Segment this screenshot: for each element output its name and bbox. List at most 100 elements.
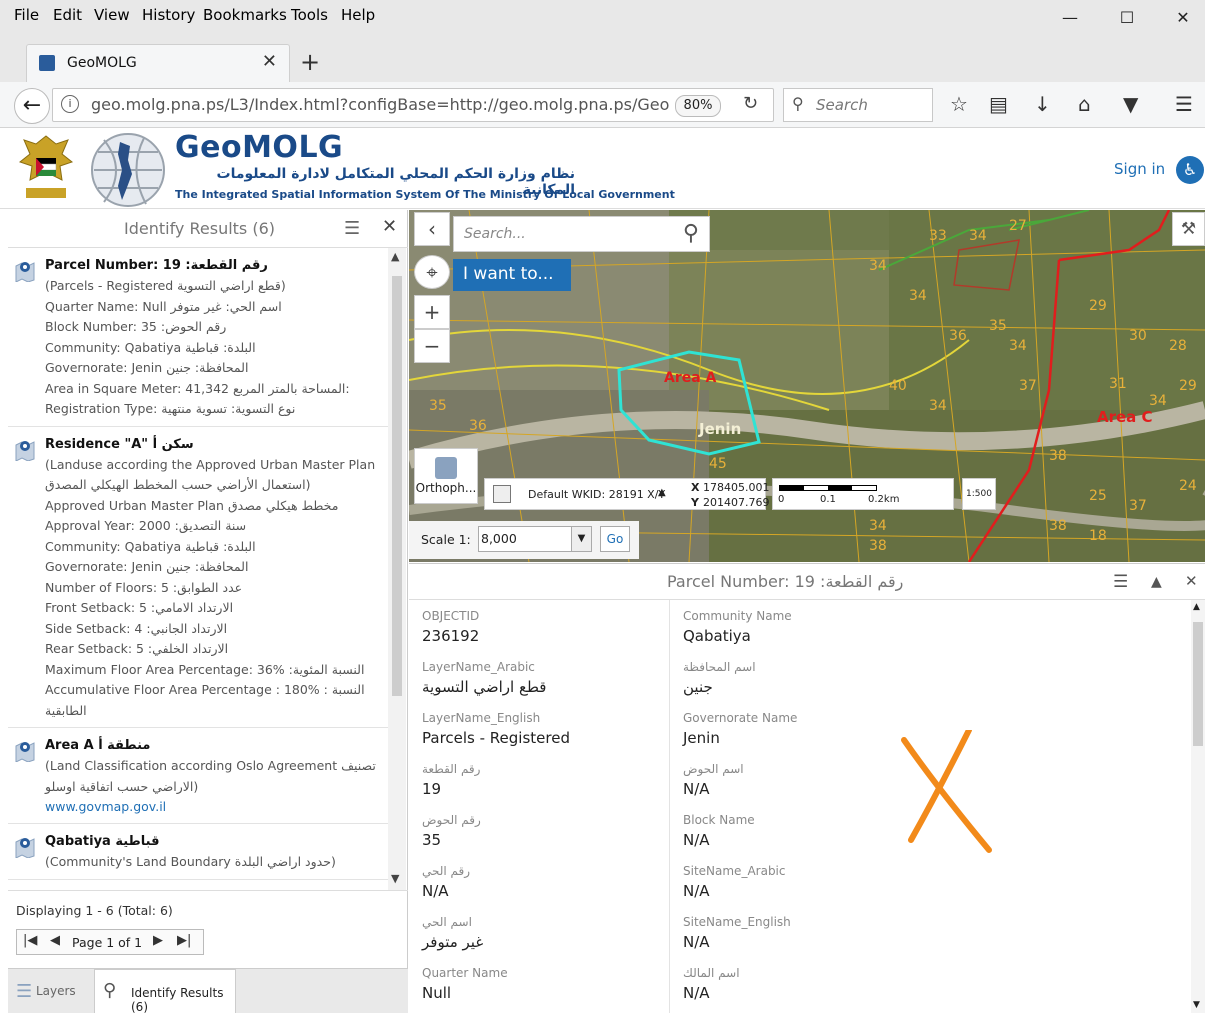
sign-in-link[interactable]: Sign in: [1114, 160, 1165, 178]
result-line: (Community's Land Boundary حدود اراضي ال…: [45, 854, 336, 869]
tab-layers-label: Layers: [35, 984, 76, 998]
result-item[interactable]: Area A منطقة أ (Land Classification accor…: [8, 728, 388, 824]
scroll-up-icon[interactable]: ▲: [391, 250, 399, 263]
result-line: الطابقية: [45, 702, 87, 718]
url-text[interactable]: geo.molg.pna.ps/L3/Index.html?configBase…: [91, 95, 669, 114]
wkid-dropdown-icon[interactable]: ▲: [658, 487, 666, 498]
last-page-icon[interactable]: ▶|: [177, 933, 191, 948]
menu-help[interactable]: Help: [341, 6, 375, 24]
reading-list-icon[interactable]: ▤: [989, 92, 1008, 116]
svg-text:34: 34: [1009, 338, 1027, 354]
globe-logo-icon: [91, 133, 165, 207]
chevron-down-icon[interactable]: ▼: [571, 527, 591, 551]
browser-tab[interactable]: GeoMOLG ✕: [26, 44, 290, 82]
go-button[interactable]: Go: [600, 526, 630, 552]
menu-view[interactable]: View: [94, 6, 130, 24]
hamburger-menu-icon[interactable]: ☰: [1175, 92, 1193, 116]
zoom-in-icon[interactable]: +: [414, 295, 450, 329]
scroll-thumb[interactable]: [392, 276, 402, 696]
menu-file[interactable]: File: [14, 6, 39, 24]
menu-history[interactable]: History: [142, 6, 195, 24]
close-window-icon[interactable]: ✕: [1160, 0, 1205, 32]
svg-text:35: 35: [989, 318, 1007, 334]
result-line: الاراضي حسب اتفاقية اوسلو): [45, 778, 199, 794]
result-title[interactable]: Qabatiya قباطية: [45, 832, 378, 852]
basemap-button[interactable]: Orthoph...: [414, 448, 478, 504]
detail-field-value: Jenin: [683, 729, 720, 747]
details-scrollbar[interactable]: ▲ ▼: [1191, 600, 1205, 1013]
result-title[interactable]: Parcel Number: 19 :رقم القطعة: [45, 256, 378, 276]
detail-field: رقم الحوض 35: [409, 804, 669, 855]
panel-menu-icon[interactable]: ☰: [344, 218, 360, 239]
close-tab-icon[interactable]: ✕: [262, 51, 277, 72]
page-label: Page 1 of 1: [72, 935, 143, 950]
url-bar[interactable]: i geo.molg.pna.ps/L3/Index.html?configBa…: [52, 88, 774, 122]
menu-bookmarks[interactable]: Bookmarks: [203, 6, 287, 24]
menu-edit[interactable]: Edit: [53, 6, 82, 24]
result-line: (Parcels - Registered قطع اراضي التسوية): [45, 278, 286, 293]
browser-search-box[interactable]: ⚲ Search: [783, 88, 933, 122]
first-page-icon[interactable]: |◀: [23, 933, 37, 948]
detail-field-label: اسم المحافظة: [683, 660, 756, 674]
back-icon[interactable]: ←: [14, 88, 50, 124]
details-menu-icon[interactable]: ☰: [1113, 572, 1128, 592]
star-icon[interactable]: ☆: [950, 92, 968, 116]
result-item[interactable]: Qabatiya قباطية (Community's Land Boundar…: [8, 824, 388, 880]
result-title[interactable]: Area A منطقة أ: [45, 736, 378, 756]
locate-icon[interactable]: ⌖: [414, 255, 450, 289]
details-scroll-thumb[interactable]: [1193, 622, 1203, 746]
svg-text:45: 45: [709, 456, 727, 472]
tab-identify-results[interactable]: ⚲ Identify Results (6): [94, 969, 236, 1013]
coordinate-readout[interactable]: Default WKID: 28191 X/Y ▲ X 178405.001 Y…: [484, 478, 769, 510]
collapse-panel-icon[interactable]: ‹: [414, 212, 450, 246]
result-line: (Landuse according the Approved Urban Ma…: [45, 456, 376, 472]
maximize-icon[interactable]: ☐: [1104, 0, 1150, 32]
menu-tools[interactable]: Tools: [291, 6, 328, 24]
result-link[interactable]: www.govmap.gov.il: [45, 797, 378, 817]
scale-bar-graphic: [779, 485, 877, 491]
next-page-icon[interactable]: ▶: [153, 933, 163, 948]
prev-page-icon[interactable]: ◀: [50, 933, 60, 948]
result-line: Governorate: Jenin المحافظة: جنين: [45, 360, 249, 375]
minimize-icon[interactable]: —: [1047, 0, 1093, 32]
scale-select[interactable]: 8,000 ▼: [478, 526, 592, 552]
scale-ratio-button[interactable]: 1:500: [962, 478, 996, 510]
basemap-icon: [435, 457, 457, 479]
svg-text:37: 37: [1129, 498, 1147, 514]
details-minimize-icon[interactable]: ▲: [1151, 574, 1162, 590]
map-search-box[interactable]: Search... ⚲: [453, 216, 710, 252]
tools-icon[interactable]: ⚒: [1172, 212, 1205, 246]
accessibility-icon[interactable]: ♿: [1176, 156, 1204, 184]
result-item[interactable]: Residence "A" سكن أ (Landuse according th…: [8, 427, 388, 728]
svg-text:34: 34: [909, 288, 927, 304]
details-close-icon[interactable]: ✕: [1185, 572, 1198, 590]
pocket-icon[interactable]: ▼: [1123, 92, 1138, 116]
detail-field-value: جنين: [683, 678, 713, 696]
map-search-icon[interactable]: ⚲: [683, 221, 699, 246]
reload-icon[interactable]: ↻: [743, 93, 758, 114]
detail-field-label: رقم الحوض: [422, 813, 481, 827]
grid-icon: [493, 485, 511, 503]
svg-text:34: 34: [1149, 393, 1167, 409]
panel-close-icon[interactable]: ✕: [382, 216, 397, 237]
zoom-badge[interactable]: 80%: [675, 95, 721, 117]
detail-field-label: Community Name: [683, 609, 792, 623]
tab-layers[interactable]: ☰ Layers: [16, 981, 76, 1002]
home-icon[interactable]: ⌂: [1078, 92, 1091, 116]
details-scroll-down-icon[interactable]: ▼: [1193, 1000, 1200, 1010]
i-want-to-button[interactable]: I want to...: [453, 259, 571, 291]
detail-field: رقم الحي N/A: [409, 855, 669, 906]
map-label-jenin: Jenin: [698, 420, 741, 438]
download-icon[interactable]: ↓: [1034, 92, 1051, 116]
result-line: استعمال الأراضي حسب المخطط الهيكلي المصد…: [45, 477, 311, 492]
zoom-out-icon[interactable]: −: [414, 329, 450, 363]
result-title[interactable]: Residence "A" سكن أ: [45, 435, 378, 455]
results-scrollbar[interactable]: ▲ ▼: [388, 248, 406, 890]
scroll-down-icon[interactable]: ▼: [391, 872, 399, 885]
info-icon[interactable]: i: [61, 95, 79, 113]
result-item[interactable]: Parcel Number: 19 :رقم القطعة (Parcels - …: [8, 248, 388, 427]
detail-field-label: Governorate Name: [683, 711, 798, 725]
new-tab-icon[interactable]: +: [300, 48, 320, 76]
details-scroll-up-icon[interactable]: ▲: [1193, 602, 1200, 612]
result-item[interactable]: Jenin Governorate محافظة جنين: [8, 880, 388, 891]
